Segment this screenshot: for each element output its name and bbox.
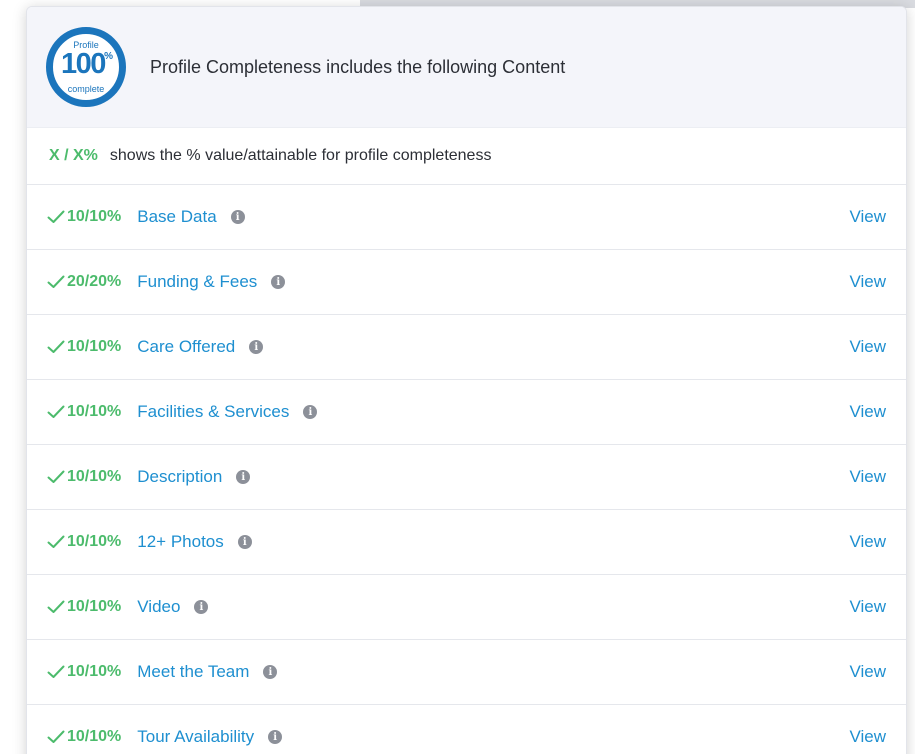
criteria-score: 10/10% [67, 208, 122, 225]
info-icon[interactable]: i [230, 210, 245, 224]
criteria-score: 10/10% [67, 403, 122, 420]
view-link[interactable]: View [849, 532, 886, 552]
criteria-label[interactable]: Facilities & Services [137, 402, 289, 422]
criteria-list: 10/10% Base Data i View 20/20% Funding & Fees… [27, 185, 906, 754]
criteria-score: 10/10% [67, 533, 122, 550]
info-icon[interactable]: i [268, 730, 283, 744]
info-icon[interactable]: i [249, 340, 264, 354]
view-link[interactable]: View [849, 662, 886, 682]
check-icon [47, 600, 65, 613]
criteria-score: 10/10% [67, 728, 122, 745]
criteria-score: 10/10% [67, 598, 122, 615]
view-link[interactable]: View [849, 597, 886, 617]
criteria-row: 10/10% Meet the Team i View [27, 640, 906, 705]
legend-key: X / X% [49, 147, 98, 164]
criteria-score: 10/10% [67, 663, 122, 680]
criteria-row: 10/10% Video i View [27, 575, 906, 640]
check-icon [47, 665, 65, 678]
criteria-row: 10/10% Tour Availability i View [27, 705, 906, 754]
criteria-label[interactable]: Base Data [137, 207, 216, 227]
profile-completeness-card: Profile 100 % complete Profile Completen… [26, 6, 907, 754]
criteria-label[interactable]: Description [137, 467, 222, 487]
criteria-row: 20/20% Funding & Fees i View [27, 250, 906, 315]
info-icon[interactable]: i [263, 665, 278, 679]
criteria-label[interactable]: Video [137, 597, 180, 617]
info-icon[interactable]: i [236, 470, 251, 484]
info-icon[interactable]: i [237, 535, 252, 549]
view-link[interactable]: View [849, 467, 886, 487]
criteria-score: 10/10% [67, 338, 122, 355]
card-header: Profile 100 % complete Profile Completen… [27, 7, 906, 128]
criteria-row: 10/10% Care Offered i View [27, 315, 906, 380]
criteria-label[interactable]: Meet the Team [137, 662, 249, 682]
check-icon [47, 210, 65, 223]
view-link[interactable]: View [849, 272, 886, 292]
legend-text: shows the % value/attainable for profile… [109, 147, 492, 164]
criteria-label[interactable]: Tour Availability [137, 727, 254, 747]
check-icon [47, 340, 65, 353]
badge-value: 100 [61, 48, 106, 80]
check-icon [47, 730, 65, 743]
legend-row: X / X% shows the % value/attainable for … [27, 128, 906, 185]
badge-caption-bottom: complete [67, 84, 105, 94]
check-icon [47, 275, 65, 288]
view-link[interactable]: View [849, 402, 886, 422]
info-icon[interactable]: i [271, 275, 286, 289]
view-link[interactable]: View [849, 337, 886, 357]
check-icon [47, 405, 65, 418]
info-icon[interactable]: i [194, 600, 209, 614]
criteria-row: 10/10% Base Data i View [27, 185, 906, 250]
info-icon[interactable]: i [303, 405, 318, 419]
view-link[interactable]: View [849, 207, 886, 227]
criteria-row: 10/10% 12+ Photos i View [27, 510, 906, 575]
criteria-row: 10/10% Description i View [27, 445, 906, 510]
criteria-label[interactable]: Funding & Fees [137, 272, 257, 292]
card-title: Profile Completeness includes the follow… [150, 56, 566, 77]
criteria-score: 10/10% [67, 468, 122, 485]
completeness-badge: Profile 100 % complete [46, 27, 126, 107]
check-icon [47, 535, 65, 548]
criteria-score: 20/20% [67, 273, 122, 290]
criteria-label[interactable]: Care Offered [137, 337, 235, 357]
badge-unit: % [104, 51, 113, 62]
view-link[interactable]: View [849, 727, 886, 747]
check-icon [47, 470, 65, 483]
criteria-label[interactable]: 12+ Photos [137, 532, 224, 552]
criteria-row: 10/10% Facilities & Services i View [27, 380, 906, 445]
